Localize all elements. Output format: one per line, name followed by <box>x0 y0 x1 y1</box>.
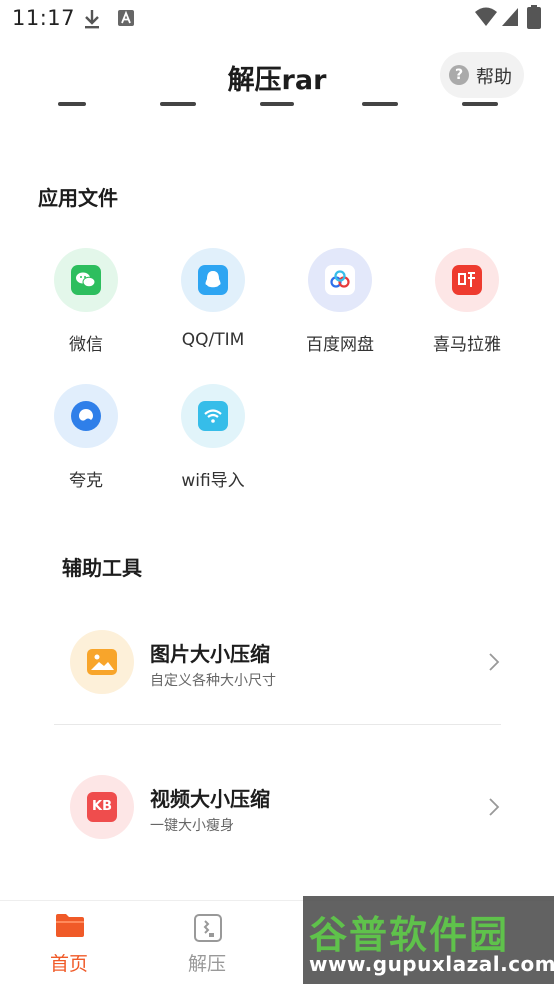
scrolled-category-row <box>0 102 554 116</box>
app-label: 百度网盘 <box>306 335 374 355</box>
help-button[interactable]: ? 帮助 <box>440 52 524 98</box>
app-label: 微信 <box>69 335 103 355</box>
status-time: 11:17 <box>12 6 76 30</box>
section-title-app-files: 应用文件 <box>38 186 118 210</box>
app-icon-circle <box>181 384 245 448</box>
tool-icon-circle <box>70 630 134 694</box>
app-item-quark[interactable]: 夸克 <box>26 384 146 504</box>
nav-label: 首页 <box>49 953 88 975</box>
watermark-url: www.gupuxlazal.com <box>309 952 554 976</box>
battery-icon <box>527 5 541 33</box>
app-item-wifi-import[interactable]: wifi导入 <box>153 384 273 504</box>
section-title-tools: 辅助工具 <box>62 556 142 580</box>
app-item-baidu-netdisk[interactable]: 百度网盘 <box>280 248 400 368</box>
qq-icon <box>198 265 228 295</box>
app-item-wechat[interactable]: 微信 <box>26 248 146 368</box>
app-screen: 11:17 解压rar ? 帮助 应用文件 微信 QQ/TIM 百度网盘 喜马拉… <box>0 0 554 984</box>
clipped-label <box>160 102 196 106</box>
chevron-right-icon <box>488 652 500 676</box>
clipped-label <box>362 102 398 106</box>
tool-item-image-compress[interactable]: 图片大小压缩 自定义各种大小尺寸 <box>54 630 501 730</box>
app-label: 喜马拉雅 <box>433 335 501 355</box>
app-icon-circle <box>54 384 118 448</box>
watermark-title: 谷普软件园 <box>309 913 510 957</box>
tool-item-video-compress[interactable]: KB 视频大小压缩 一键大小瘦身 <box>54 775 501 875</box>
download-icon <box>82 8 102 34</box>
app-label: wifi导入 <box>181 471 245 491</box>
clipped-label <box>58 102 86 106</box>
baidu-netdisk-icon <box>325 265 355 295</box>
nav-label: 解压 <box>187 953 226 975</box>
status-bar: 11:17 <box>0 0 554 38</box>
wifi-import-icon <box>198 401 228 431</box>
wifi-icon <box>474 6 498 32</box>
app-item-qq[interactable]: QQ/TIM <box>153 248 273 368</box>
a-icon <box>118 10 134 30</box>
wechat-icon <box>71 265 101 295</box>
app-icon-circle <box>181 248 245 312</box>
tool-title: 图片大小压缩 <box>150 642 270 666</box>
chevron-right-icon <box>488 797 500 821</box>
ximalaya-icon <box>452 265 482 295</box>
app-label: 夸克 <box>69 471 103 491</box>
clipped-label <box>260 102 294 106</box>
unzip-icon <box>193 913 223 947</box>
app-icon-circle <box>308 248 372 312</box>
nav-item-home[interactable]: 首页 <box>19 901 119 984</box>
app-icon-circle <box>54 248 118 312</box>
folder-icon <box>55 913 85 943</box>
app-icon-circle <box>435 248 499 312</box>
nav-item-unzip[interactable]: 解压 <box>157 901 257 984</box>
kb-icon: KB <box>87 792 117 822</box>
divider <box>54 724 501 725</box>
tool-subtitle: 一键大小瘦身 <box>150 818 234 834</box>
watermark: 谷普软件园 www.gupuxlazal.com <box>303 896 554 984</box>
app-label: QQ/TIM <box>181 330 245 350</box>
help-label: 帮助 <box>476 67 512 88</box>
clipped-label <box>462 102 498 106</box>
app-item-ximalaya[interactable]: 喜马拉雅 <box>407 248 527 368</box>
signal-icon <box>500 6 520 32</box>
tool-subtitle: 自定义各种大小尺寸 <box>150 673 276 689</box>
tool-title: 视频大小压缩 <box>150 787 270 811</box>
tool-icon-circle: KB <box>70 775 134 839</box>
image-icon <box>87 647 117 681</box>
quark-icon <box>71 401 101 431</box>
help-icon: ? <box>449 65 469 85</box>
